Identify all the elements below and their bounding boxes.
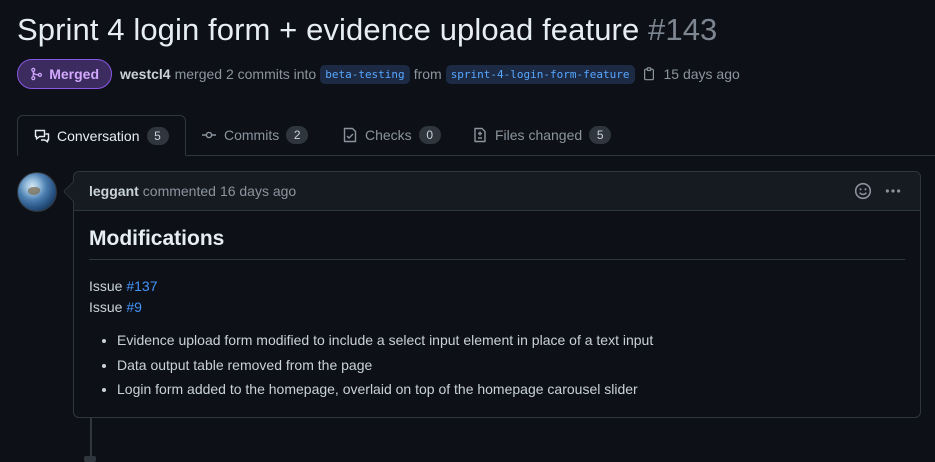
issue-prefix: Issue bbox=[89, 299, 123, 315]
issue-references: Issue #137 Issue #9 bbox=[89, 276, 905, 318]
git-commit-icon bbox=[202, 131, 216, 139]
tab-conversation-label: Conversation bbox=[57, 127, 140, 144]
pr-title: Sprint 4 login form + evidence upload fe… bbox=[17, 12, 717, 48]
pr-tabs: Conversation 5 Commits 2 Checks 0 Files … bbox=[17, 115, 935, 156]
comment-heading: Modifications bbox=[89, 227, 905, 260]
issue-reference: Issue #9 bbox=[89, 297, 905, 318]
pr-number: #143 bbox=[648, 12, 718, 47]
list-item: Evidence upload form modified to include… bbox=[117, 332, 905, 348]
list-item: Login form added to the homepage, overla… bbox=[117, 381, 905, 397]
tab-commits[interactable]: Commits 2 bbox=[201, 115, 309, 155]
tab-files-changed-label: Files changed bbox=[495, 127, 583, 143]
issue-link[interactable]: #9 bbox=[126, 299, 142, 315]
comment-action: commented bbox=[142, 183, 216, 199]
comment-header: leggant commented 16 days ago bbox=[74, 172, 920, 211]
merged-status-badge: Merged bbox=[17, 59, 112, 89]
merged-status-label: Merged bbox=[49, 66, 99, 82]
comment-actions bbox=[854, 182, 902, 200]
tab-conversation-count: 5 bbox=[146, 126, 169, 145]
avatar[interactable] bbox=[17, 172, 57, 212]
timeline-line bbox=[90, 418, 92, 460]
tab-conversation[interactable]: Conversation 5 bbox=[17, 115, 186, 156]
tab-checks-label: Checks bbox=[365, 127, 412, 143]
merge-author-link[interactable]: westcl4 bbox=[120, 66, 171, 82]
issue-link[interactable]: #137 bbox=[126, 278, 157, 294]
merge-time: 15 days ago bbox=[663, 66, 740, 82]
timeline-item-icon bbox=[84, 456, 96, 462]
checklist-icon bbox=[343, 127, 357, 143]
tab-files-changed-count: 5 bbox=[589, 126, 612, 144]
comment-card: leggant commented 16 days ago Modificati… bbox=[73, 171, 921, 418]
comment-author-link[interactable]: leggant bbox=[89, 183, 139, 199]
head-branch-label[interactable]: sprint-4-login-form-feature bbox=[445, 64, 635, 84]
tab-files-changed[interactable]: Files changed 5 bbox=[472, 115, 612, 155]
comment-body: Modifications Issue #137 Issue #9 Eviden… bbox=[74, 211, 920, 422]
list-item: Data output table removed from the page bbox=[117, 357, 905, 373]
tab-checks-count: 0 bbox=[418, 126, 441, 144]
base-branch-label[interactable]: beta-testing bbox=[320, 64, 410, 84]
smiley-icon[interactable] bbox=[854, 182, 872, 200]
issue-reference: Issue #137 bbox=[89, 276, 905, 297]
pr-title-text: Sprint 4 login form + evidence upload fe… bbox=[17, 12, 640, 47]
modification-list: Evidence upload form modified to include… bbox=[89, 332, 905, 397]
merged-commits-text: merged 2 commits into bbox=[174, 66, 317, 82]
git-merge-icon bbox=[31, 67, 43, 81]
issue-prefix: Issue bbox=[89, 278, 123, 294]
copy-icon[interactable] bbox=[642, 67, 656, 81]
pr-meta: Merged westcl4 merged 2 commits into bet… bbox=[17, 58, 740, 90]
from-text: from bbox=[413, 66, 442, 82]
file-diff-icon bbox=[474, 127, 486, 143]
comment-discussion-icon bbox=[34, 129, 50, 143]
comment-date-link[interactable]: 16 days ago bbox=[220, 183, 296, 199]
tab-commits-count: 2 bbox=[286, 126, 309, 144]
tab-checks[interactable]: Checks 0 bbox=[342, 115, 441, 155]
kebab-horizontal-icon[interactable] bbox=[884, 182, 902, 200]
tab-commits-label: Commits bbox=[224, 127, 280, 143]
